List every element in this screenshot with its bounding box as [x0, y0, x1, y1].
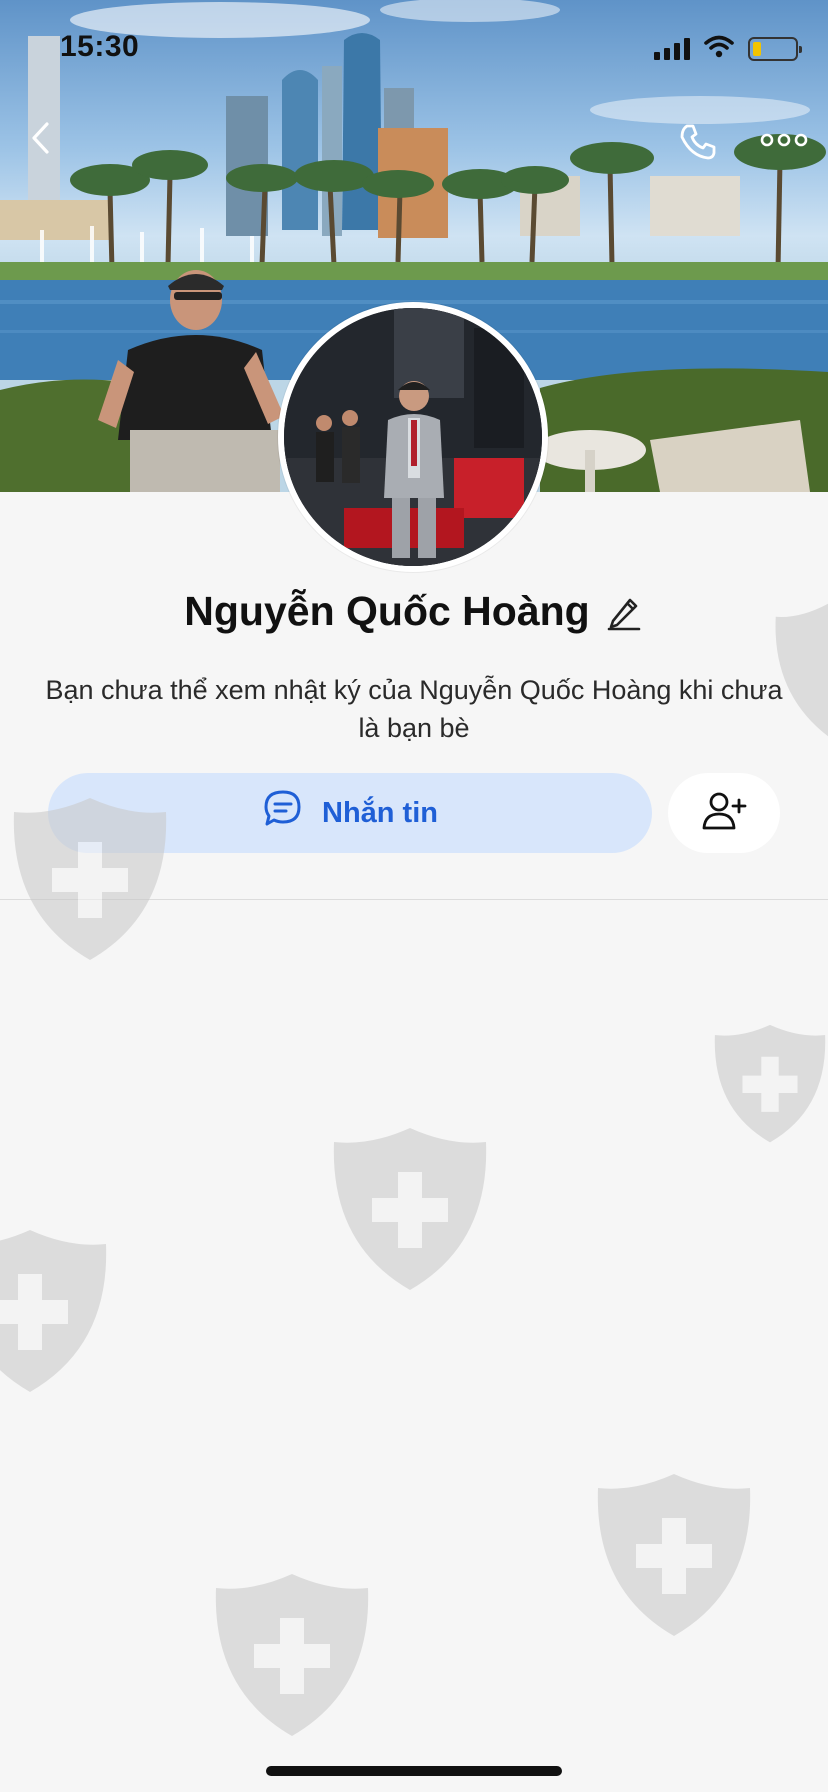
back-button[interactable]	[20, 120, 60, 160]
avatar-photo	[284, 308, 542, 566]
home-indicator[interactable]	[266, 1766, 562, 1776]
battery-level	[753, 41, 761, 56]
message-button-label: Nhắn tin	[322, 796, 438, 829]
profile-privacy-notice: Bạn chưa thể xem nhật ký của Nguyễn Quốc…	[45, 675, 783, 743]
watermark-shield-icon	[13, 798, 167, 960]
add-friend-icon	[701, 790, 747, 837]
profile-name: Nguyễn Quốc Hoàng	[184, 588, 590, 634]
watermark-shield-icon	[0, 1230, 107, 1392]
watermark-shield-icon	[775, 603, 828, 737]
avatar[interactable]	[278, 302, 548, 572]
status-time: 15:30	[60, 30, 140, 63]
watermark-shield-icon	[215, 1574, 369, 1736]
profile-name-row: Nguyễn Quốc Hoàng	[0, 588, 828, 635]
watermark-shield-icon	[597, 1474, 751, 1636]
profile-screen: 15:30 Nguyễn Quốc Hoàng Bạn chưa thể xem…	[0, 0, 828, 1792]
battery-icon	[748, 36, 802, 61]
more-horizontal-icon	[759, 132, 809, 153]
status-icons	[654, 34, 802, 63]
more-button[interactable]	[756, 124, 812, 160]
wifi-icon	[704, 34, 734, 63]
cellular-signal-icon	[654, 37, 690, 60]
call-button[interactable]	[672, 118, 724, 170]
pencil-icon[interactable]	[604, 592, 644, 632]
chevron-left-icon	[29, 121, 51, 160]
watermark-shield-icon	[714, 1024, 826, 1143]
add-friend-button[interactable]	[668, 773, 780, 853]
phone-icon	[677, 121, 719, 168]
chat-bubble-icon	[262, 788, 304, 838]
watermark-shield-icon	[333, 1128, 487, 1290]
